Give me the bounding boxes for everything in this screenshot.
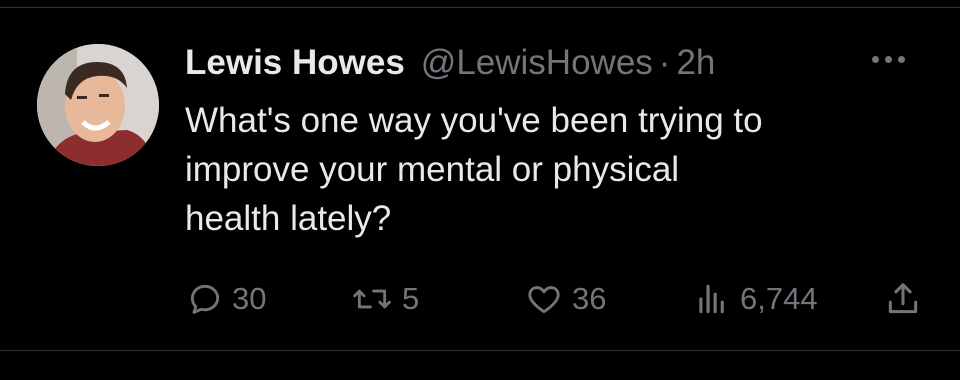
reply-count: 30 <box>232 281 267 316</box>
bottom-divider <box>0 350 960 351</box>
avatar[interactable] <box>37 44 159 166</box>
views-chart-icon <box>699 284 724 314</box>
reply-icon <box>190 284 220 314</box>
retweet-count: 5 <box>402 281 420 316</box>
author-name[interactable]: Lewis Howes <box>185 43 405 83</box>
reply-button[interactable]: 30 <box>186 280 266 318</box>
separator-dot: · <box>658 43 671 82</box>
author-handle[interactable]: @LewisHowes <box>421 43 653 83</box>
share-button[interactable] <box>884 280 922 318</box>
like-button[interactable]: 36 <box>524 280 606 318</box>
views-count: 6,744 <box>740 281 818 316</box>
tweet-header: Lewis Howes @LewisHowes · 2h <box>185 40 715 86</box>
timestamp[interactable]: 2h <box>676 43 715 83</box>
retweet-button[interactable]: 5 <box>350 280 419 318</box>
views-button[interactable]: 6,744 <box>692 280 818 318</box>
avatar-photo <box>37 44 159 166</box>
more-horizontal-icon[interactable] <box>872 56 905 63</box>
share-icon <box>888 283 918 314</box>
like-count: 36 <box>572 281 607 316</box>
retweet-icon <box>353 289 391 309</box>
tweet-card[interactable]: Lewis Howes @LewisHowes · 2h What's one … <box>0 0 960 380</box>
top-divider <box>0 7 960 8</box>
tweet-text: What's one way you've been trying to imp… <box>185 101 763 238</box>
heart-icon <box>528 286 560 314</box>
